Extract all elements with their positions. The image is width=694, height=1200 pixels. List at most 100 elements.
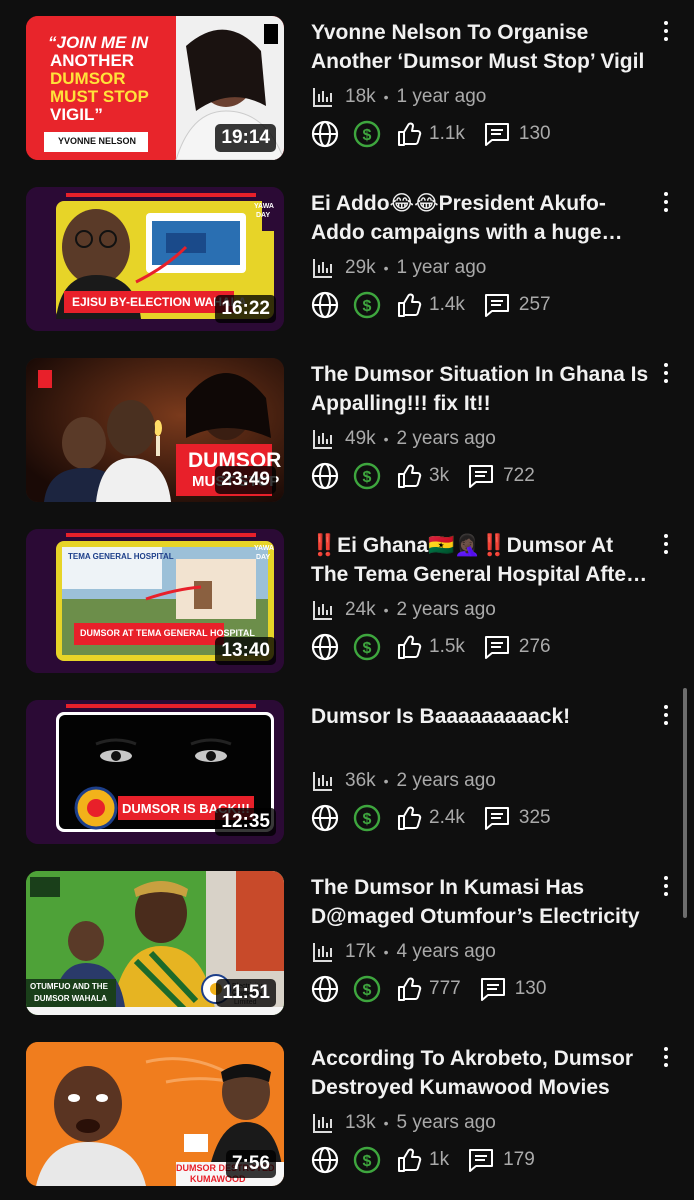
thumb-up-icon[interactable] <box>395 975 423 1003</box>
video-title[interactable]: The Dumsor In Kumasi Has D@maged Otumfou… <box>311 873 651 931</box>
svg-text:$: $ <box>363 127 372 144</box>
video-row[interactable]: OTUMFUO AND THE DUMSOR WAHALA Electricit… <box>0 871 694 1021</box>
dollar-icon[interactable]: $ <box>353 633 381 661</box>
thumb-up-icon[interactable] <box>395 804 423 832</box>
scrollbar[interactable] <box>683 688 687 918</box>
video-title[interactable]: Dumsor Is Baaaaaaaaack! <box>311 702 651 731</box>
video-stats: 18k • 1 year ago <box>311 82 486 112</box>
video-actions: $ 2.4k 325 <box>311 803 551 833</box>
thumbnail-caption-line: VIGIL” <box>50 105 103 124</box>
svg-text:$: $ <box>363 469 372 486</box>
view-count: 13k <box>345 1112 376 1133</box>
video-stats: 17k • 4 years ago <box>311 937 496 967</box>
comment-count: 257 <box>518 294 551 315</box>
video-row[interactable]: TEMA GENERAL HOSPITAL DUMSOR AT TEMA GEN… <box>0 529 694 679</box>
video-thumbnail[interactable]: TEMA GENERAL HOSPITAL DUMSOR AT TEMA GEN… <box>26 529 284 673</box>
globe-icon[interactable] <box>311 804 339 832</box>
video-title[interactable]: Yvonne Nelson To Organise Another ‘Dumso… <box>311 18 651 76</box>
video-thumbnail[interactable]: OTUMFUO AND THE DUMSOR WAHALA Electricit… <box>26 871 284 1015</box>
video-title[interactable]: ‼️Ei Ghana🇬🇭🤦🏿‍♀️‼️Dumsor At The Tema Ge… <box>311 531 651 589</box>
video-thumbnail[interactable]: DUMSOR DESTROYED KUMAWOOD 7:56 <box>26 1042 284 1186</box>
more-vert-icon[interactable] <box>654 700 678 730</box>
dollar-icon[interactable]: $ <box>353 120 381 148</box>
video-duration: 12:35 <box>215 808 276 836</box>
thumb-up-icon[interactable] <box>395 120 423 148</box>
comment-count: 325 <box>518 807 551 828</box>
thumbnail-caption-line: ANOTHER <box>50 51 135 70</box>
svg-text:$: $ <box>363 811 372 828</box>
comment-icon[interactable] <box>483 804 511 832</box>
comment-icon[interactable] <box>467 1146 495 1174</box>
upload-age: 1 year ago <box>396 86 487 107</box>
video-row[interactable]: EJISU BY-ELECTION WAHALA YAWA DAY 16:22 … <box>0 187 694 337</box>
globe-icon[interactable] <box>311 1146 339 1174</box>
dollar-icon[interactable]: $ <box>353 804 381 832</box>
upload-age: 2 years ago <box>396 770 496 791</box>
svg-text:$: $ <box>363 640 372 657</box>
globe-icon[interactable] <box>311 291 339 319</box>
bar-chart-icon <box>313 259 332 278</box>
more-vert-icon[interactable] <box>654 187 678 217</box>
like-count: 1k <box>429 1149 450 1170</box>
dollar-icon[interactable]: $ <box>353 975 381 1003</box>
video-thumbnail[interactable]: DUMSOR MUST STOP 23:49 <box>26 358 284 502</box>
view-count: 36k <box>345 770 376 791</box>
globe-icon[interactable] <box>311 975 339 1003</box>
separator-dot: • <box>383 773 389 789</box>
video-title[interactable]: According To Akrobeto, Dumsor Destroyed … <box>311 1044 651 1102</box>
upload-age: 2 years ago <box>396 599 496 620</box>
upload-age: 5 years ago <box>396 1112 496 1133</box>
comment-icon[interactable] <box>483 633 511 661</box>
video-title[interactable]: The Dumsor Situation In Ghana Is Appalli… <box>311 360 651 418</box>
more-vert-icon[interactable] <box>654 358 678 388</box>
video-row[interactable]: DUMSOR MUST STOP 23:49 The Dumsor Situat… <box>0 358 694 508</box>
upload-age: 2 years ago <box>396 428 496 449</box>
more-vert-icon[interactable] <box>654 529 678 559</box>
video-stats: 24k • 2 years ago <box>311 595 496 625</box>
thumbnail-caption-line: YAWA <box>254 545 274 552</box>
video-duration: 13:40 <box>215 637 276 665</box>
video-thumbnail[interactable]: “JOIN ME IN ANOTHER DUMSOR MUST STOP VIG… <box>26 16 284 160</box>
dollar-icon[interactable]: $ <box>353 1146 381 1174</box>
video-duration: 11:51 <box>216 979 276 1007</box>
globe-icon[interactable] <box>311 633 339 661</box>
video-row[interactable]: DUMSOR IS BACK!!! 12:35 Dumsor Is Baaaaa… <box>0 700 694 850</box>
comment-icon[interactable] <box>467 462 495 490</box>
globe-icon[interactable] <box>311 462 339 490</box>
more-vert-icon[interactable] <box>654 16 678 46</box>
thumbnail-caption-line: DUMSOR <box>50 69 126 88</box>
video-stats: 29k • 1 year ago <box>311 253 486 283</box>
separator-dot: • <box>383 260 389 276</box>
more-vert-icon[interactable] <box>654 1042 678 1072</box>
comment-icon[interactable] <box>483 291 511 319</box>
svg-text:$: $ <box>363 1153 372 1170</box>
separator-dot: • <box>383 1115 389 1131</box>
separator-dot: • <box>383 602 389 618</box>
video-title[interactable]: Ei Addo😂😂President Akufo-Addo campaigns … <box>311 189 651 247</box>
thumb-up-icon[interactable] <box>395 462 423 490</box>
comment-icon[interactable] <box>483 120 511 148</box>
video-duration: 16:22 <box>215 295 276 323</box>
thumbnail-caption-line: “JOIN ME IN <box>48 33 149 52</box>
dollar-icon[interactable]: $ <box>353 462 381 490</box>
more-vert-icon[interactable] <box>654 871 678 901</box>
thumbnail-caption-line: DUMSOR WAHALA <box>34 994 107 1003</box>
thumb-up-icon[interactable] <box>395 291 423 319</box>
like-count: 777 <box>429 978 461 999</box>
bar-chart-icon <box>313 1114 332 1133</box>
video-duration: 23:49 <box>215 466 276 494</box>
video-thumbnail[interactable]: EJISU BY-ELECTION WAHALA YAWA DAY 16:22 <box>26 187 284 331</box>
comment-count: 179 <box>503 1149 535 1170</box>
video-row[interactable]: DUMSOR DESTROYED KUMAWOOD 7:56 According… <box>0 1042 694 1192</box>
globe-icon[interactable] <box>311 120 339 148</box>
video-stats: 36k • 2 years ago <box>311 766 496 796</box>
dollar-icon[interactable]: $ <box>353 291 381 319</box>
comment-icon[interactable] <box>479 975 507 1003</box>
thumb-up-icon[interactable] <box>395 1146 423 1174</box>
thumbnail-caption-line: YAWA <box>254 203 274 210</box>
video-thumbnail[interactable]: DUMSOR IS BACK!!! 12:35 <box>26 700 284 844</box>
thumb-up-icon[interactable] <box>395 633 423 661</box>
thumbnail-caption-line: MUST STOP <box>50 87 149 106</box>
bar-chart-icon <box>313 772 332 791</box>
video-row[interactable]: “JOIN ME IN ANOTHER DUMSOR MUST STOP VIG… <box>0 16 694 166</box>
